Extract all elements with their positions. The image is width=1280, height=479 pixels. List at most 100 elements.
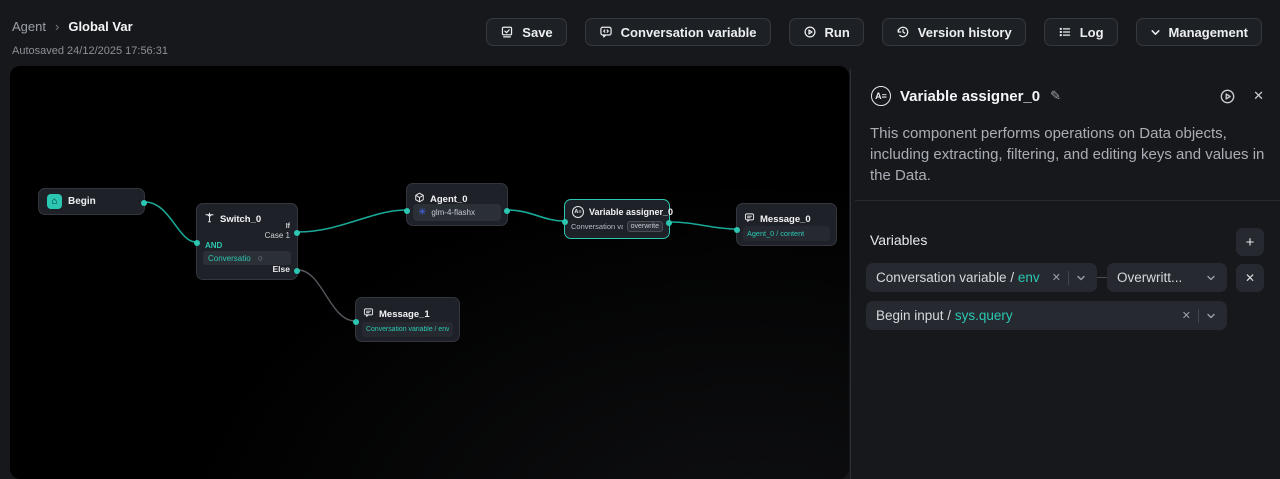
chevron-down-icon xyxy=(1150,27,1161,38)
variable-row: Begin input / sys.query ✕ xyxy=(866,301,1264,330)
node-agent-title: Agent_0 xyxy=(430,194,467,205)
autosave-status: Autosaved 24/12/2025 17:56:31 xyxy=(12,45,168,57)
edit-pencil-icon[interactable]: ✎ xyxy=(1050,88,1061,104)
home-icon: ⌂ xyxy=(47,194,62,209)
variables-section-label: Variables xyxy=(870,232,927,248)
select-separator xyxy=(1068,271,1069,285)
node-switch-title: Switch_0 xyxy=(220,214,261,225)
clear-icon[interactable]: ✕ xyxy=(1045,271,1068,284)
log-button[interactable]: Log xyxy=(1044,18,1118,46)
switch-condition-chip[interactable]: Conversatio ○ xyxy=(203,251,291,265)
port-assigner-out[interactable] xyxy=(666,220,672,226)
message0-value: Agent_0 / content xyxy=(747,229,804,238)
agent-model-chip[interactable]: ✳ glm-4-flashx xyxy=(413,204,501,221)
switch-icon xyxy=(204,210,215,228)
node-switch-header: Switch_0 xyxy=(204,210,261,228)
node-message1[interactable]: Message_1 Conversation variable / env.hi… xyxy=(355,297,460,342)
breadcrumb-agent[interactable]: Agent xyxy=(12,19,46,34)
node-settings-panel: A≡ Variable assigner_0 ✎ ✕ This componen… xyxy=(855,69,1280,479)
run-icon xyxy=(803,25,817,39)
node-message0[interactable]: Message_0 Agent_0 / content xyxy=(736,203,837,246)
edge-agent-to-assigner[interactable] xyxy=(508,210,564,221)
run-button-label: Run xyxy=(825,25,850,40)
edge-switch-case1-to-agent[interactable] xyxy=(298,210,406,232)
port-switch-in[interactable] xyxy=(194,240,200,246)
clear-icon[interactable]: ✕ xyxy=(1175,309,1198,322)
node-assigner-header: A≡ Variable assigner_0 xyxy=(572,206,673,218)
variable-row: Conversation variable / env ✕ Overwritt.… xyxy=(866,263,1264,292)
port-switch-case1-out[interactable] xyxy=(294,230,300,236)
management-button[interactable]: Management xyxy=(1136,18,1262,46)
assigner-mode-badge: overwrite xyxy=(627,221,663,232)
edge-switch-else-to-message1[interactable] xyxy=(298,270,355,321)
version-history-button[interactable]: Version history xyxy=(882,18,1026,46)
row-connector-line xyxy=(1097,277,1107,278)
chevron-down-icon[interactable] xyxy=(1206,273,1216,283)
node-message1-header: Message_1 xyxy=(363,305,430,323)
variable-source-value: Begin input / sys.query xyxy=(876,308,1175,323)
node-message0-title: Message_0 xyxy=(760,214,811,225)
node-begin-title: Begin xyxy=(68,196,96,207)
node-variable-assigner[interactable]: A≡ Variable assigner_0 Conversation vari… xyxy=(564,199,670,239)
chevron-down-icon[interactable] xyxy=(1076,273,1086,283)
switch-logic-operator: AND xyxy=(205,241,222,250)
message-icon xyxy=(363,305,374,323)
close-icon[interactable]: ✕ xyxy=(1253,88,1264,104)
breadcrumb: Agent › Global Var xyxy=(12,19,133,34)
conversation-variable-label: Conversation variable xyxy=(621,25,757,40)
port-message1-in[interactable] xyxy=(353,319,359,325)
run-node-icon[interactable] xyxy=(1219,88,1236,105)
node-switch[interactable]: Switch_0 If Case 1 AND Conversatio ○ Els… xyxy=(196,203,298,280)
circle-icon: ○ xyxy=(258,254,263,263)
node-agent[interactable]: Agent_0 ✳ glm-4-flashx xyxy=(406,183,508,226)
port-agent-in[interactable] xyxy=(404,208,410,214)
save-button-label: Save xyxy=(522,25,552,40)
topbar: Agent › Global Var Autosaved 24/12/2025 … xyxy=(0,0,1280,65)
log-button-label: Log xyxy=(1080,25,1104,40)
management-button-label: Management xyxy=(1169,25,1248,40)
edge-assigner-to-message0[interactable] xyxy=(670,222,736,229)
conversation-variable-icon xyxy=(599,25,613,39)
panel-divider xyxy=(855,200,1280,201)
panel-description: This component performs operations on Da… xyxy=(870,123,1265,186)
agent-model-name: glm-4-flashx xyxy=(431,208,475,217)
save-button[interactable]: Save xyxy=(486,18,566,46)
message1-value: Conversation variable / env.his xyxy=(366,326,449,333)
variable-source-select[interactable]: Begin input / sys.query ✕ xyxy=(866,301,1227,330)
workflow-canvas[interactable]: ⌂ Begin Switch_0 If Case 1 AND Conversat… xyxy=(10,66,849,479)
variable-mode-select[interactable]: Overwritt... xyxy=(1107,263,1227,292)
edge-begin-to-switch[interactable] xyxy=(145,202,196,242)
switch-condition-text: Conversatio xyxy=(208,254,251,263)
switch-if-label: If xyxy=(286,223,290,230)
message1-value-chip[interactable]: Conversation variable / env.his xyxy=(362,322,453,337)
message0-value-chip[interactable]: Agent_0 / content xyxy=(743,226,830,241)
breadcrumb-current-page: Global Var xyxy=(68,19,132,34)
add-variable-button[interactable]: + xyxy=(1236,228,1264,256)
version-history-label: Version history xyxy=(918,25,1012,40)
port-switch-else-out[interactable] xyxy=(294,268,300,274)
log-icon xyxy=(1058,25,1072,39)
run-button[interactable]: Run xyxy=(789,18,864,46)
assigner-summary: Conversation vari overwrite xyxy=(571,221,663,232)
chevron-down-icon[interactable] xyxy=(1206,311,1216,321)
save-icon xyxy=(500,25,514,39)
node-assigner-title: Variable assigner_0 xyxy=(589,207,673,217)
port-agent-out[interactable] xyxy=(504,208,510,214)
remove-variable-button[interactable]: ✕ xyxy=(1236,264,1264,292)
port-begin-out[interactable] xyxy=(141,200,147,206)
select-separator xyxy=(1198,309,1199,323)
model-logo-icon: ✳ xyxy=(418,208,426,218)
panel-title: Variable assigner_0 xyxy=(900,88,1040,105)
chevron-right-icon: › xyxy=(55,19,59,34)
variable-mode-value: Overwritt... xyxy=(1117,270,1199,285)
switch-case-label: Case 1 xyxy=(265,231,290,240)
variable-source-select[interactable]: Conversation variable / env ✕ xyxy=(866,263,1097,292)
node-message1-title: Message_1 xyxy=(379,309,430,320)
node-begin[interactable]: ⌂ Begin xyxy=(38,188,145,215)
panel-resize-divider[interactable] xyxy=(850,69,851,479)
port-message0-in[interactable] xyxy=(734,227,740,233)
port-assigner-in[interactable] xyxy=(562,219,568,225)
conversation-variable-button[interactable]: Conversation variable xyxy=(585,18,771,46)
variable-assigner-icon: A≡ xyxy=(572,206,584,218)
variable-source-value: Conversation variable / env xyxy=(876,270,1045,285)
